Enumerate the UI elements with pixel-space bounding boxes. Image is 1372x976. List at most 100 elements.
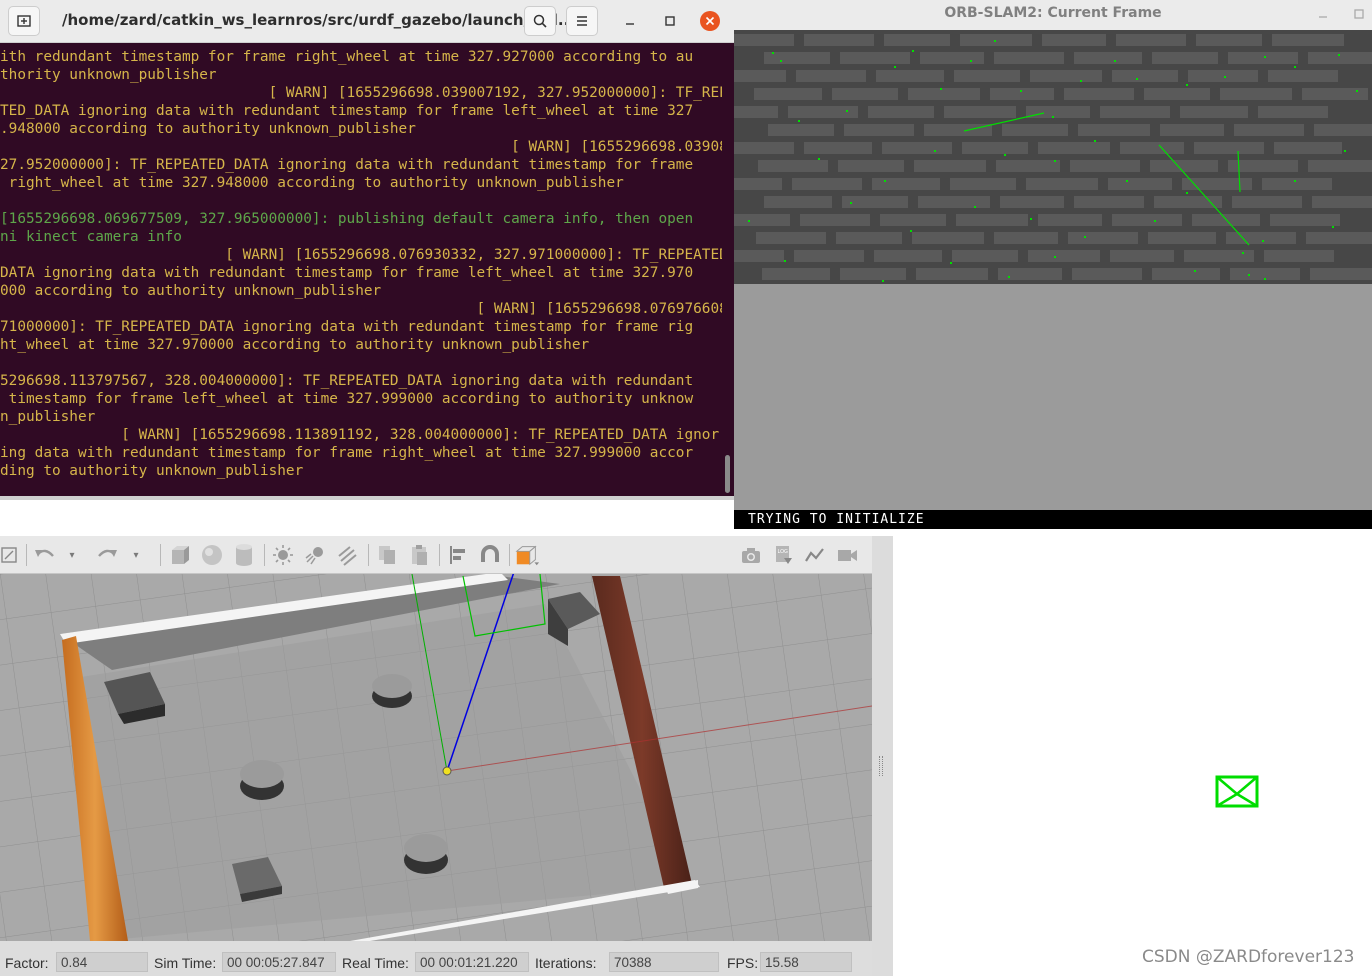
sim-time-value: 00 00:05:27.847	[222, 952, 336, 972]
spotlight-icon	[305, 547, 323, 565]
fps-label: FPS:	[727, 955, 759, 971]
close-button[interactable]	[700, 11, 720, 31]
search-button[interactable]	[524, 6, 556, 36]
sphere-shape-button[interactable]	[199, 542, 225, 568]
sun-icon	[273, 545, 293, 565]
terminal-line: [ WARN] [1655296698.039087843, 3	[0, 139, 722, 155]
snap-button[interactable]	[477, 542, 503, 568]
terminal-line: [ WARN] [165	[0, 354, 722, 372]
watermark-text: CSDN @ZARDforever123	[1142, 947, 1355, 967]
log-icon: LOG	[776, 546, 792, 564]
cylinder-icon	[236, 544, 252, 566]
minimize-button[interactable]	[620, 11, 640, 31]
paste-icon	[412, 545, 427, 565]
brick-wall-image	[734, 30, 1372, 284]
terminal-line: ith redundant timestamp for frame right_…	[0, 49, 694, 65]
orb-maximize-button[interactable]	[1352, 6, 1366, 20]
point-light-button[interactable]	[270, 542, 296, 568]
copy-button[interactable]	[374, 542, 400, 568]
video-record-button[interactable]	[834, 542, 860, 568]
align-button[interactable]	[445, 542, 471, 568]
toolbar-separator	[160, 544, 161, 566]
undo-button[interactable]	[32, 542, 58, 568]
terminal-line: [ WARN] [1655296698.113891192, 328.00400…	[0, 427, 720, 443]
terminal-line: [ WARN] [1655296698.039007192, 327.95200…	[0, 85, 722, 101]
fps-value: 15.58	[760, 952, 852, 972]
terminal-line: [ WARN] [1655296698.076930332, 327.97100…	[0, 247, 722, 263]
redo-icon	[98, 549, 117, 557]
factor-value: 0.84	[56, 952, 148, 972]
redo-button[interactable]	[94, 542, 120, 568]
orb-status-bar: TRYING TO INITIALIZE	[734, 510, 1372, 529]
terminal-line: .948000 according to authority unknown_p…	[0, 121, 416, 137]
terminal-output[interactable]: ith redundant timestamp for frame right_…	[0, 46, 724, 496]
map-viewer-canvas[interactable]	[893, 530, 1372, 976]
undo-history-button[interactable]: ▾	[64, 542, 80, 568]
splitter-grip	[879, 756, 883, 776]
minimize-icon	[1319, 16, 1327, 18]
sphere-icon	[202, 545, 222, 565]
real-time-label: Real Time:	[342, 955, 409, 971]
minimize-icon	[626, 23, 634, 25]
video-camera-icon	[838, 550, 857, 561]
log-button[interactable]: LOG	[770, 542, 796, 568]
menu-button[interactable]	[566, 6, 598, 36]
chevron-down-icon: ▾	[133, 549, 139, 561]
terminal-line: ing data with redundant timestamp for fr…	[0, 445, 694, 461]
camera-pose-icon	[1215, 775, 1259, 808]
view-angle-button[interactable]	[514, 542, 540, 568]
copy-icon	[379, 546, 395, 564]
redo-history-button[interactable]: ▾	[128, 542, 144, 568]
directional-light-button[interactable]	[334, 542, 360, 568]
factor-label: Factor:	[5, 955, 49, 971]
terminal-line: thority unknown_publisher	[0, 67, 217, 83]
toolbar-separator	[264, 544, 265, 566]
gazebo-side-panel-handle[interactable]	[872, 536, 893, 976]
orb-minimize-button[interactable]	[1316, 6, 1330, 20]
plot-button[interactable]	[802, 542, 828, 568]
new-tab-icon	[17, 15, 31, 27]
close-icon	[705, 16, 715, 26]
box-icon	[172, 546, 189, 564]
new-tab-button[interactable]	[8, 6, 40, 36]
terminal-border	[0, 496, 734, 500]
terminal-line: 5296698.113797567, 328.004000000]: TF_RE…	[0, 373, 694, 389]
spot-light-button[interactable]	[302, 542, 328, 568]
search-icon	[533, 14, 547, 28]
toolbar-separator	[439, 544, 440, 566]
align-icon	[450, 546, 465, 564]
gazebo-3d-scene[interactable]	[0, 574, 872, 941]
gazebo-toolbar: ▾ ▾ LOG	[0, 536, 874, 574]
camera-frame-image	[734, 30, 1372, 284]
maximize-icon	[1354, 9, 1364, 19]
gazebo-window: ▾ ▾ LOG Factor: 0.84 Sim Time: 00 00:05:…	[0, 536, 893, 976]
screenshot-button[interactable]	[738, 542, 764, 568]
terminal-line: ht_wheel at time 327.970000 according to…	[0, 337, 590, 353]
translate-mode-button[interactable]	[0, 542, 22, 568]
box-shape-button[interactable]	[167, 542, 193, 568]
terminal-line: ding to authority unknown_publisher	[0, 463, 304, 479]
plot-icon	[805, 548, 824, 562]
maximize-button[interactable]	[660, 11, 680, 31]
chevron-down-icon: ▾	[69, 549, 75, 561]
toolbar-separator	[368, 544, 369, 566]
terminal-line: timestamp for frame left_wheel at time 3…	[0, 391, 694, 407]
terminal-line: [DEBUG]	[0, 192, 722, 210]
real-time-value: 00 00:01:21.220	[415, 952, 529, 972]
terminal-line: DATA ignoring data with redundant timest…	[0, 265, 694, 281]
terminal-line: ni kinect camera info	[0, 229, 182, 245]
toolbar-separator	[26, 544, 27, 566]
orb-frame-empty-area	[734, 284, 1372, 510]
paste-button[interactable]	[406, 542, 432, 568]
terminal-line: [ WARN] [1655296698.076976608, 327.9	[0, 301, 723, 317]
terminal-line: right_wheel at time 327.948000 according…	[0, 175, 624, 191]
maximize-icon	[665, 16, 675, 26]
camera-icon	[742, 548, 760, 563]
cylinder-shape-button[interactable]	[231, 542, 257, 568]
sim-time-label: Sim Time:	[154, 955, 217, 971]
terminal-line: [1655296698.069677509, 327.965000000]: p…	[0, 211, 694, 227]
orb-window-header: ORB-SLAM2: Current Frame	[734, 0, 1372, 30]
terminal-scrollbar[interactable]	[725, 455, 730, 493]
hamburger-menu-icon	[577, 16, 587, 26]
terminal-line: 27.952000000]: TF_REPEATED_DATA ignoring…	[0, 157, 694, 173]
